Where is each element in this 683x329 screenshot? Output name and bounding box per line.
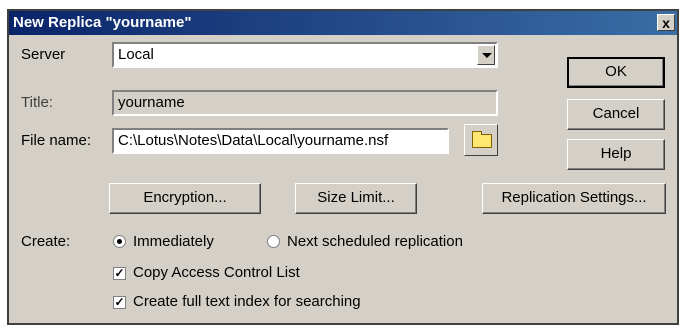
- next-scheduled-label[interactable]: Next scheduled replication: [287, 233, 463, 250]
- radio-next-scheduled[interactable]: [267, 235, 280, 248]
- fulltext-index-checkbox[interactable]: ✓: [113, 296, 126, 309]
- title-label: Title:: [21, 94, 53, 111]
- help-button[interactable]: Help: [567, 139, 665, 170]
- size-limit-button[interactable]: Size Limit...: [295, 183, 417, 214]
- filename-value: C:\Lotus\Notes\Data\Local\yourname.nsf: [118, 132, 389, 149]
- title-value: yourname: [118, 94, 185, 111]
- encryption-button[interactable]: Encryption...: [109, 183, 261, 214]
- replication-settings-button[interactable]: Replication Settings...: [482, 183, 666, 214]
- server-dropdown[interactable]: Local: [112, 42, 498, 68]
- filename-label: File name:: [21, 132, 92, 149]
- browse-folder-button[interactable]: [464, 124, 498, 156]
- close-icon: x: [662, 14, 670, 31]
- create-label: Create:: [21, 233, 71, 250]
- radio-immediately[interactable]: [113, 235, 126, 248]
- server-value: Local: [118, 46, 154, 63]
- title-field: yourname: [112, 90, 498, 116]
- copy-acl-label[interactable]: Copy Access Control List: [133, 264, 300, 281]
- folder-icon: [472, 131, 492, 148]
- cancel-button[interactable]: Cancel: [567, 99, 665, 130]
- title-bar[interactable]: New Replica "yourname" x: [9, 11, 677, 35]
- immediately-label[interactable]: Immediately: [133, 233, 214, 250]
- ok-button[interactable]: OK: [567, 57, 665, 88]
- copy-acl-checkbox[interactable]: ✓: [113, 267, 126, 280]
- chevron-down-icon[interactable]: [477, 45, 495, 65]
- fulltext-index-label[interactable]: Create full text index for searching: [133, 293, 361, 310]
- dialog-title: New Replica "yourname": [13, 14, 192, 31]
- filename-input[interactable]: C:\Lotus\Notes\Data\Local\yourname.nsf: [112, 128, 449, 154]
- close-button[interactable]: x: [657, 14, 675, 31]
- new-replica-dialog: New Replica "yourname" x Server Local Ti…: [7, 9, 679, 325]
- server-label: Server: [21, 46, 66, 63]
